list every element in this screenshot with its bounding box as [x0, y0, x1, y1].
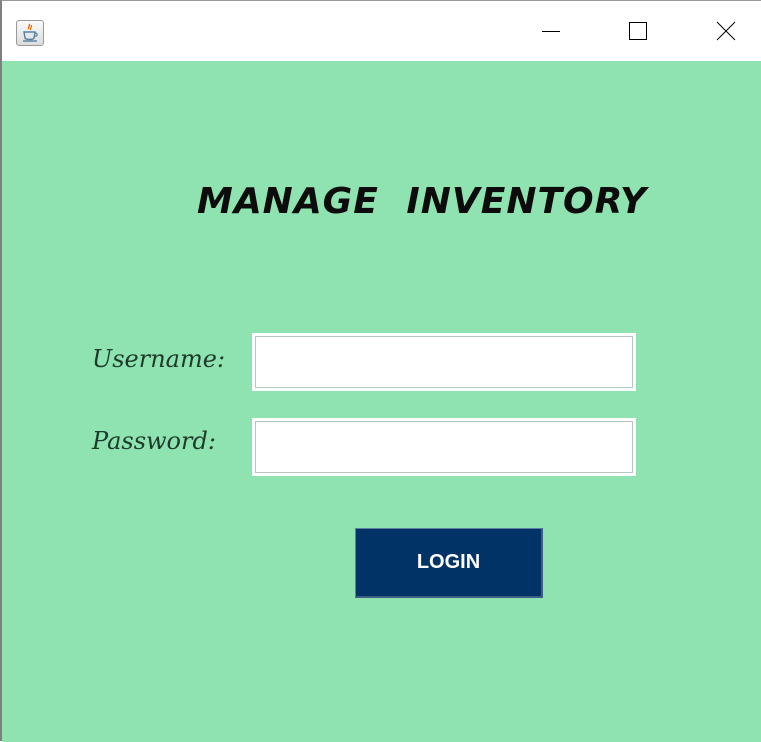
- app-window: MANAGE INVENTORY Username: Password: LOG…: [0, 0, 761, 742]
- close-button[interactable]: [697, 1, 755, 61]
- close-icon: [716, 21, 736, 41]
- login-button[interactable]: LOGIN: [355, 528, 543, 598]
- username-input[interactable]: [252, 333, 636, 391]
- maximize-button[interactable]: [609, 1, 667, 61]
- username-label: Username:: [92, 345, 226, 373]
- minimize-button[interactable]: [522, 1, 580, 61]
- password-input[interactable]: [252, 418, 636, 476]
- title-bar[interactable]: [2, 1, 761, 61]
- login-panel: MANAGE INVENTORY Username: Password: LOG…: [2, 61, 761, 742]
- java-coffee-cup-icon[interactable]: [16, 20, 44, 46]
- page-title: MANAGE INVENTORY: [197, 181, 648, 222]
- maximize-icon: [629, 22, 647, 40]
- password-label: Password:: [92, 427, 216, 455]
- minimize-icon: [542, 31, 560, 32]
